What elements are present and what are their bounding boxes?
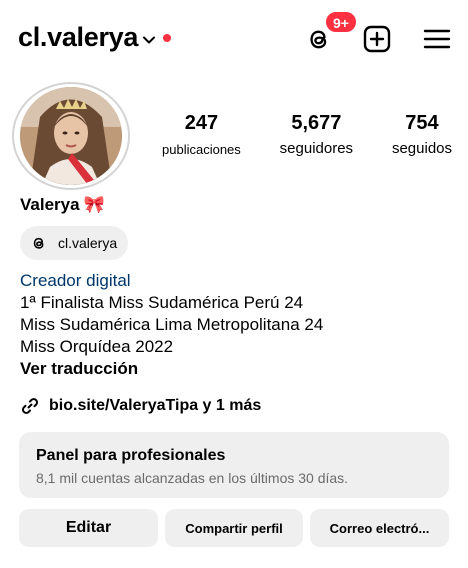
threads-profile-link[interactable]: cl.valerya bbox=[20, 226, 129, 260]
avatar bbox=[20, 87, 122, 185]
display-name: Valerya 🎀 bbox=[20, 195, 105, 215]
chevron-down-icon bbox=[143, 36, 156, 43]
professional-dashboard[interactable]: Panel para profesionales 8,1 mil cuentas… bbox=[19, 432, 449, 498]
menu-icon[interactable] bbox=[422, 24, 452, 54]
category-label: Creador digital bbox=[20, 271, 131, 290]
panel-title: Panel para profesionales bbox=[36, 447, 226, 464]
followers-label: seguidores bbox=[279, 140, 354, 157]
posts-label: publicaciones bbox=[162, 142, 241, 157]
panel-subtitle: 8,1 mil cuentas alcanzadas en los último… bbox=[36, 470, 349, 486]
share-profile-button[interactable]: Compartir perfil bbox=[165, 509, 303, 547]
followers-count: 5,677 bbox=[291, 112, 342, 134]
username: cl.valerya bbox=[18, 22, 139, 52]
edit-profile-button[interactable]: Editar bbox=[19, 509, 158, 547]
threads-icon bbox=[33, 237, 44, 249]
following-count: 754 bbox=[405, 112, 439, 134]
bio-link-text: bio.site/ValeryaTipa y 1 más bbox=[49, 397, 262, 414]
bio-link[interactable]: bio.site/ValeryaTipa y 1 más bbox=[20, 396, 261, 416]
account-switcher[interactable]: cl.valerya bbox=[18, 22, 172, 53]
bio-line: 1ª Finalista Miss Sudamérica Perú 24 bbox=[20, 293, 304, 312]
profile-header: cl.valerya 9+ bbox=[18, 10, 454, 66]
threads-handle: cl.valerya bbox=[58, 235, 118, 251]
stat-following[interactable]: 754 seguidos bbox=[392, 112, 452, 157]
bio-line: Miss Orquídea 2022 bbox=[20, 337, 174, 356]
display-name-text: Valerya bbox=[20, 195, 80, 214]
stat-posts[interactable]: 247 publicaciones bbox=[162, 112, 241, 157]
profile-photo bbox=[20, 87, 122, 185]
unread-dot bbox=[163, 33, 172, 42]
profile-stats: 247 publicaciones 5,677 seguidores 754 s… bbox=[162, 112, 452, 157]
add-post-icon[interactable] bbox=[362, 24, 392, 54]
email-button[interactable]: Correo electró... bbox=[310, 509, 449, 547]
bio: Creador digital 1ª Finalista Miss Sudamé… bbox=[20, 270, 323, 380]
notification-badge: 9+ bbox=[324, 10, 358, 34]
stat-followers[interactable]: 5,677 seguidores bbox=[280, 112, 353, 157]
translate-link[interactable]: Ver traducción bbox=[20, 358, 323, 380]
posts-count: 247 bbox=[184, 112, 219, 134]
following-label: seguidos bbox=[391, 140, 452, 157]
link-icon bbox=[22, 398, 38, 414]
ribbon-emoji: 🎀 bbox=[83, 195, 105, 214]
bio-line: Miss Sudamérica Lima Metropolitana 24 bbox=[20, 315, 324, 334]
avatar-ring[interactable] bbox=[12, 82, 130, 190]
